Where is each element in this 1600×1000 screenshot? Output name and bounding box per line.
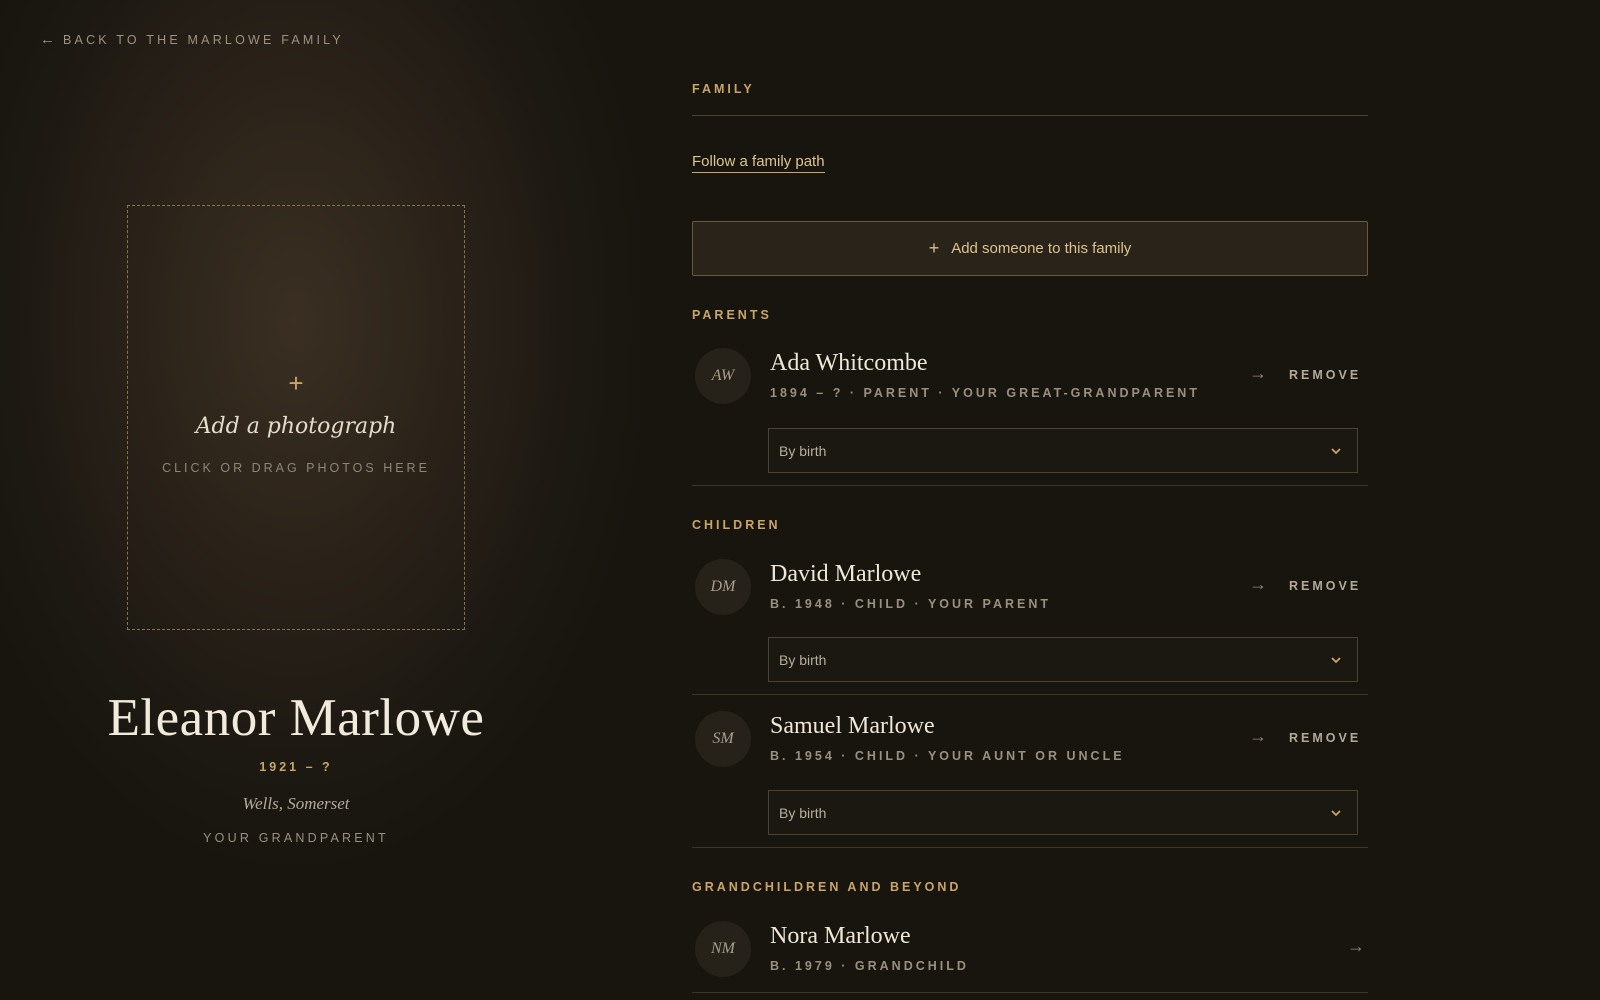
chevron-down-icon xyxy=(1331,447,1341,454)
relation-type-value: By birth xyxy=(779,442,827,459)
relation-type-select[interactable]: By birth xyxy=(768,637,1358,682)
arrow-right-icon[interactable]: → xyxy=(1249,363,1267,384)
relation-type-select[interactable]: By birth xyxy=(768,790,1358,835)
member-name[interactable]: David Marlowe xyxy=(770,561,921,588)
back-to-family-link[interactable]: ← BACK TO THE MARLOWE FAMILY xyxy=(40,31,344,48)
divider xyxy=(692,847,1368,848)
divider xyxy=(692,485,1368,486)
member-meta: B. 1954 · CHILD · YOUR AUNT OR UNCLE xyxy=(770,749,1125,763)
member-meta: B. 1979 · GRANDCHILD xyxy=(770,959,969,973)
remove-button[interactable]: REMOVE xyxy=(1289,368,1361,382)
arrow-left-icon: ← xyxy=(40,31,55,48)
member-meta: B. 1948 · CHILD · YOUR PARENT xyxy=(770,597,1052,611)
family-section-label: FAMILY xyxy=(692,82,755,96)
person-place: Wells, Somerset xyxy=(242,794,350,813)
parents-group-label: PARENTS xyxy=(692,308,772,322)
avatar: NM xyxy=(695,921,751,977)
chevron-down-icon xyxy=(1331,809,1341,816)
remove-button[interactable]: REMOVE xyxy=(1289,579,1361,593)
member-meta: 1894 – ? · PARENT · YOUR GREAT-GRANDPARE… xyxy=(770,386,1200,400)
relation-type-value: By birth xyxy=(779,804,827,821)
photo-drop-title: Add a photograph xyxy=(195,414,397,439)
photo-drop-zone[interactable]: + Add a photograph CLICK OR DRAG PHOTOS … xyxy=(127,205,465,630)
divider xyxy=(692,694,1368,695)
person-dates: 1921 – ? xyxy=(259,760,333,774)
follow-family-path-link[interactable]: Follow a family path xyxy=(692,153,825,173)
avatar: AW xyxy=(695,348,751,404)
plus-icon: + xyxy=(928,238,940,258)
relation-type-value: By birth xyxy=(779,651,827,668)
arrow-right-icon[interactable]: → xyxy=(1249,574,1267,595)
add-family-member-button[interactable]: + Add someone to this family xyxy=(692,221,1368,276)
avatar: DM xyxy=(695,559,751,615)
relation-type-select[interactable]: By birth xyxy=(768,428,1358,473)
arrow-right-icon[interactable]: → xyxy=(1347,936,1365,957)
member-name[interactable]: Nora Marlowe xyxy=(770,923,911,950)
member-name[interactable]: Ada Whitcombe xyxy=(770,350,928,377)
chevron-down-icon xyxy=(1331,656,1341,663)
divider xyxy=(692,992,1368,993)
avatar: SM xyxy=(695,711,751,767)
photo-drop-hint: CLICK OR DRAG PHOTOS HERE xyxy=(162,461,430,475)
member-name[interactable]: Samuel Marlowe xyxy=(770,713,935,740)
remove-button[interactable]: REMOVE xyxy=(1289,731,1361,745)
back-link-label: BACK TO THE MARLOWE FAMILY xyxy=(63,32,344,47)
arrow-right-icon[interactable]: → xyxy=(1249,726,1267,747)
divider xyxy=(692,115,1368,116)
person-name: Eleanor Marlowe xyxy=(107,689,485,747)
grandchildren-group-label: GRANDCHILDREN AND BEYOND xyxy=(692,880,962,894)
children-group-label: CHILDREN xyxy=(692,518,781,532)
add-family-member-label: Add someone to this family xyxy=(951,240,1132,257)
plus-icon: + xyxy=(288,368,304,398)
person-relation: YOUR GRANDPARENT xyxy=(203,831,389,845)
